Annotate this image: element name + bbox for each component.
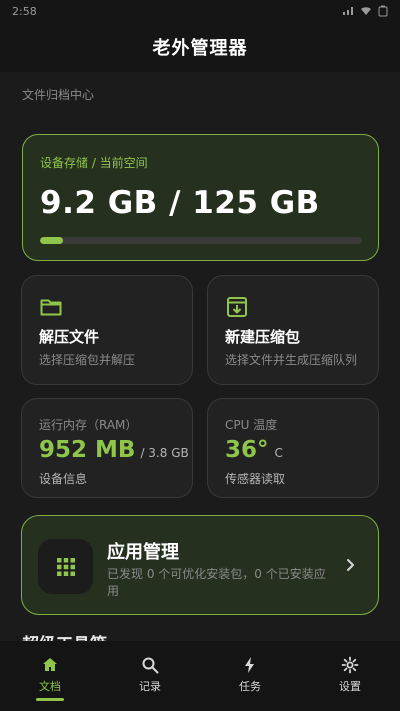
app-management-button[interactable]: 应用管理 已发现 0 个可优化安装包，0 个已安装应用 [21, 515, 379, 615]
home-icon [43, 658, 57, 671]
nav-active-indicator [36, 698, 64, 701]
nav-records-label: 记录 [139, 680, 161, 693]
battery-icon [378, 5, 388, 17]
section-hint: 文件归档中心 [22, 88, 95, 102]
search-icon [142, 657, 159, 674]
nav-settings-label: 设置 [339, 680, 361, 693]
ram-footer: 设备信息 [39, 472, 88, 486]
unzip-files-button[interactable]: 解压文件 选择压缩包并解压 [21, 275, 193, 385]
cpu-temperature-card[interactable]: CPU 温度 36° C 传感器读取 [207, 398, 379, 498]
ram-card[interactable]: 运行内存（RAM） 952 MB / 3.8 GB 设备信息 [21, 398, 193, 498]
folder-icon [40, 299, 62, 316]
storage-progress-fill [40, 237, 63, 244]
cpu-label: CPU 温度 [225, 418, 278, 432]
nav-documents-label: 文档 [39, 680, 61, 693]
wifi-icon [361, 7, 371, 15]
ram-label: 运行内存（RAM） [39, 418, 138, 432]
new-archive-title: 新建压缩包 [225, 328, 301, 346]
signal-icon [343, 7, 353, 15]
archive-icon [227, 297, 247, 317]
app-bar: 老外管理器 [0, 22, 400, 72]
status-time: 2:58 [12, 4, 37, 18]
bolt-icon [245, 657, 254, 673]
ram-value: 952 MB [39, 437, 136, 463]
nav-tasks[interactable]: 任务 [210, 656, 290, 694]
status-bar: 2:58 [0, 0, 400, 22]
app-title: 老外管理器 [152, 38, 248, 59]
nav-tasks-label: 任务 [239, 680, 261, 693]
cpu-value: 36° [225, 437, 269, 463]
storage-value: 9.2 GB / 125 GB [40, 185, 320, 221]
chevron-right-icon [347, 559, 354, 571]
cpu-unit: C [274, 446, 283, 460]
bottom-nav: 文档 记录 任务 设置 [0, 641, 400, 711]
ram-reading: 952 MB / 3.8 GB [39, 437, 189, 463]
nav-documents[interactable]: 文档 [10, 656, 90, 701]
unzip-subtitle: 选择压缩包并解压 [39, 353, 136, 367]
cpu-reading: 36° C [225, 437, 283, 463]
new-archive-button[interactable]: 新建压缩包 选择文件并生成压缩队列 [207, 275, 379, 385]
ram-total: / 3.8 GB [140, 446, 189, 460]
grid-icon [56, 557, 75, 576]
nav-records[interactable]: 记录 [110, 656, 190, 694]
new-archive-subtitle: 选择文件并生成压缩队列 [225, 353, 358, 367]
storage-label: 设备存储 / 当前空间 [40, 156, 148, 170]
app-management-subtitle: 已发现 0 个可优化安装包，0 个已安装应用 [107, 567, 326, 598]
unzip-title: 解压文件 [39, 328, 100, 346]
storage-progress-bar [40, 237, 362, 244]
status-icons [342, 5, 388, 17]
app-management-title: 应用管理 [107, 542, 179, 563]
cpu-footer: 传感器读取 [225, 472, 286, 486]
nav-settings[interactable]: 设置 [310, 656, 390, 694]
gear-icon [341, 656, 359, 674]
storage-card[interactable]: 设备存储 / 当前空间 9.2 GB / 125 GB [22, 134, 379, 261]
app-grid-badge [38, 539, 93, 594]
